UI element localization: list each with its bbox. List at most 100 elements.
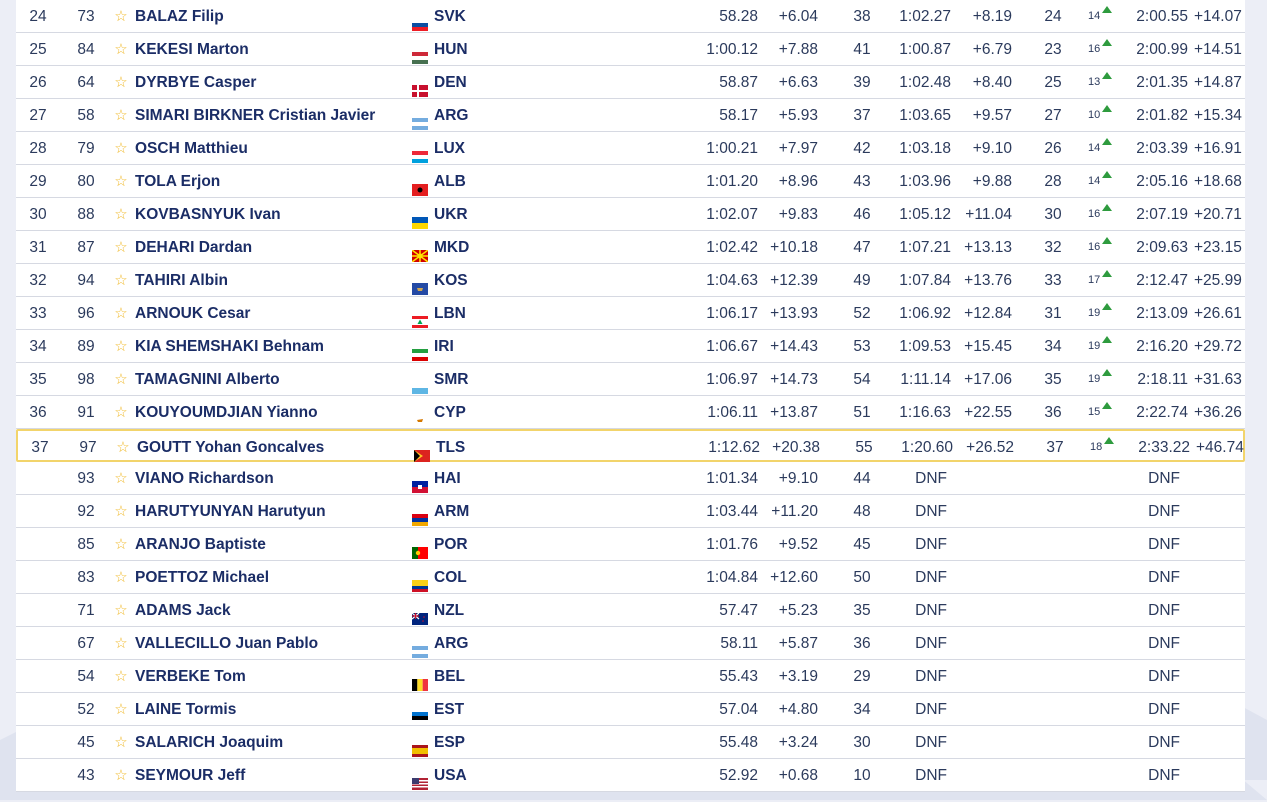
table-row[interactable]: 25 84 ☆ KEKESI Marton HUN 1:00.12 +7.88 … [16, 33, 1245, 66]
table-row[interactable]: 71 ☆ ADAMS Jack NZL 57.47 +5.23 35 DNF D… [16, 594, 1245, 627]
star-icon[interactable]: ☆ [112, 726, 130, 759]
total-time: 2:00.99 [1136, 41, 1188, 58]
star-icon[interactable]: ☆ [114, 431, 132, 464]
run1-time: 1:04.84 [706, 569, 758, 586]
table-row[interactable]: 52 ☆ LAINE Tormis EST 57.04 +4.80 34 DNF… [16, 693, 1245, 726]
run1-rank: 44 [853, 470, 871, 487]
arrow-up-icon [1102, 303, 1113, 310]
star-icon[interactable]: ☆ [112, 693, 130, 726]
table-row[interactable]: 93 ☆ VIANO Richardson HAI 1:01.34 +9.10 … [16, 462, 1245, 495]
athlete-name-link[interactable]: TAMAGNINI Alberto [135, 363, 280, 396]
table-row[interactable]: 43 ☆ SEYMOUR Jeff USA 52.92 +0.68 10 DNF… [16, 759, 1245, 792]
star-icon[interactable]: ☆ [112, 660, 130, 693]
star-icon[interactable]: ☆ [112, 561, 130, 594]
athlete-name-link[interactable]: VALLECILLO Juan Pablo [135, 627, 318, 660]
table-row[interactable]: 27 58 ☆ SIMARI BIRKNER Cristian Javier A… [16, 99, 1245, 132]
table-row[interactable]: 26 64 ☆ DYRBYE Casper DEN 58.87 +6.63 39… [16, 66, 1245, 99]
run2-diff: +11.04 [965, 206, 1012, 223]
run2-rank: 36 [1044, 404, 1062, 421]
total-time: 2:03.39 [1136, 140, 1188, 157]
run2-dnf: DNF [915, 503, 947, 520]
table-row[interactable]: 92 ☆ HARUTYUNYAN Harutyun ARM 1:03.44 +1… [16, 495, 1245, 528]
table-row[interactable]: 37 97 ☆ GOUTT Yohan Goncalves TLS 1:12.6… [16, 429, 1245, 462]
athlete-name-link[interactable]: ARNOUK Cesar [135, 297, 250, 330]
table-row[interactable]: 85 ☆ ARANJO Baptiste POR 1:01.76 +9.52 4… [16, 528, 1245, 561]
star-icon[interactable]: ☆ [112, 396, 130, 429]
star-icon[interactable]: ☆ [112, 627, 130, 660]
athlete-name-link[interactable]: KOUYOUMDJIAN Yianno [135, 396, 318, 429]
athlete-name-link[interactable]: GOUTT Yohan Goncalves [137, 431, 324, 464]
rank-cell: 25 [29, 41, 47, 58]
star-icon[interactable]: ☆ [112, 759, 130, 792]
table-row[interactable]: 35 98 ☆ TAMAGNINI Alberto SMR 1:06.97 +1… [16, 363, 1245, 396]
table-row[interactable]: 32 94 ☆ TAHIRI Albin KOS 1:04.63 +12.39 … [16, 264, 1245, 297]
nation-code: NZL [434, 602, 465, 619]
athlete-name-link[interactable]: TAHIRI Albin [135, 264, 228, 297]
athlete-name-link[interactable]: KOVBASNYUK Ivan [135, 198, 281, 231]
athlete-name-link[interactable]: VERBEKE Tom [135, 660, 246, 693]
table-row[interactable]: 83 ☆ POETTOZ Michael COL 1:04.84 +12.60 … [16, 561, 1245, 594]
arrow-up-icon [1102, 72, 1113, 79]
star-icon[interactable]: ☆ [112, 330, 130, 363]
star-icon[interactable]: ☆ [112, 495, 130, 528]
star-icon[interactable]: ☆ [112, 594, 130, 627]
athlete-name-link[interactable]: SIMARI BIRKNER Cristian Javier [135, 99, 375, 132]
bib-cell: 92 [77, 503, 95, 520]
run1-diff: +11.20 [771, 503, 818, 520]
athlete-name-link[interactable]: KIA SHEMSHAKI Behnam [135, 330, 324, 363]
athlete-name-link[interactable]: TOLA Erjon [135, 165, 220, 198]
table-row[interactable]: 34 89 ☆ KIA SHEMSHAKI Behnam IRI 1:06.67… [16, 330, 1245, 363]
table-row[interactable]: 33 96 ☆ ARNOUK Cesar LBN 1:06.17 +13.93 … [16, 297, 1245, 330]
athlete-name-link[interactable]: OSCH Matthieu [135, 132, 248, 165]
rank-cell [16, 660, 60, 693]
athlete-name-link[interactable]: SALARICH Joaquim [135, 726, 283, 759]
table-row[interactable]: 29 80 ☆ TOLA Erjon ALB 1:01.20 +8.96 43 … [16, 165, 1245, 198]
star-icon[interactable]: ☆ [112, 363, 130, 396]
star-icon[interactable]: ☆ [112, 165, 130, 198]
position-gain: 19 [1088, 363, 1124, 396]
star-icon[interactable]: ☆ [112, 198, 130, 231]
athlete-name-link[interactable]: DEHARI Dardan [135, 231, 252, 264]
athlete-name-link[interactable]: DYRBYE Casper [135, 66, 256, 99]
star-icon[interactable]: ☆ [112, 132, 130, 165]
athlete-name-link[interactable]: VIANO Richardson [135, 462, 274, 495]
total-dnf: DNF [1148, 635, 1180, 652]
table-row[interactable]: 30 88 ☆ KOVBASNYUK Ivan UKR 1:02.07 +9.8… [16, 198, 1245, 231]
athlete-name-link[interactable]: BALAZ Filip [135, 0, 224, 33]
bib-cell: 54 [77, 668, 95, 685]
athlete-name-link[interactable]: SEYMOUR Jeff [135, 759, 245, 792]
run2-rank: 27 [1044, 107, 1062, 124]
total-diff: +14.51 [1194, 41, 1242, 58]
run1-rank: 55 [855, 439, 873, 456]
run2-diff: +8.40 [972, 74, 1012, 91]
bib-cell: 91 [77, 404, 95, 421]
athlete-name-link[interactable]: ARANJO Baptiste [135, 528, 266, 561]
star-icon[interactable]: ☆ [112, 33, 130, 66]
table-row[interactable]: 45 ☆ SALARICH Joaquim ESP 55.48 +3.24 30… [16, 726, 1245, 759]
rank-cell: 24 [29, 8, 47, 25]
athlete-name-link[interactable]: KEKESI Marton [135, 33, 249, 66]
star-icon[interactable]: ☆ [112, 297, 130, 330]
table-row[interactable]: 28 79 ☆ OSCH Matthieu LUX 1:00.21 +7.97 … [16, 132, 1245, 165]
table-row[interactable]: 24 73 ☆ BALAZ Filip SVK 58.28 +6.04 38 1… [16, 0, 1245, 33]
gain-count: 18 [1090, 441, 1103, 453]
athlete-name-link[interactable]: ADAMS Jack [135, 594, 231, 627]
arrow-up-icon [1102, 369, 1113, 376]
athlete-name-link[interactable]: LAINE Tormis [135, 693, 236, 726]
table-row[interactable]: 54 ☆ VERBEKE Tom BEL 55.43 +3.19 29 DNF … [16, 660, 1245, 693]
table-row[interactable]: 36 91 ☆ KOUYOUMDJIAN Yianno CYP 1:06.11 … [16, 396, 1245, 429]
athlete-name-link[interactable]: HARUTYUNYAN Harutyun [135, 495, 326, 528]
bib-cell: 83 [77, 569, 95, 586]
star-icon[interactable]: ☆ [112, 231, 130, 264]
athlete-name-link[interactable]: POETTOZ Michael [135, 561, 269, 594]
star-icon[interactable]: ☆ [112, 528, 130, 561]
star-icon[interactable]: ☆ [112, 462, 130, 495]
table-row[interactable]: 31 87 ☆ DEHARI Dardan MKD 1:02.42 +10.18… [16, 231, 1245, 264]
star-icon[interactable]: ☆ [112, 99, 130, 132]
rank-cell [16, 561, 60, 594]
star-icon[interactable]: ☆ [112, 264, 130, 297]
star-icon[interactable]: ☆ [112, 0, 130, 33]
star-icon[interactable]: ☆ [112, 66, 130, 99]
run1-time: 1:00.21 [706, 140, 758, 157]
table-row[interactable]: 67 ☆ VALLECILLO Juan Pablo ARG 58.11 +5.… [16, 627, 1245, 660]
